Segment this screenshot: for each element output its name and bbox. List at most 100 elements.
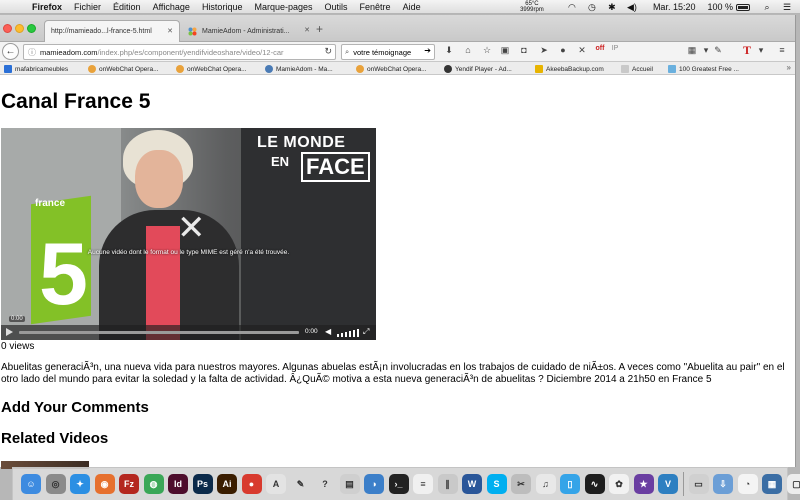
zoom-window-button[interactable] <box>27 24 36 33</box>
fullscreen-icon[interactable]: ⤢ <box>363 327 369 337</box>
bookmark-star-icon[interactable]: ☆ <box>481 45 493 59</box>
related-videos-heading: Related Videos <box>1 430 109 447</box>
url-bar[interactable]: ⓘ mamieadom.com/index.php/es/component/y… <box>23 44 336 60</box>
dock-app-red-icon[interactable]: ● <box>241 474 262 494</box>
tab-close-icon[interactable]: ✕ <box>167 27 173 35</box>
dock-mobile-icon[interactable]: ▯ <box>560 474 580 494</box>
close-sidebar-icon[interactable]: ✕ <box>576 45 588 59</box>
dock-books-icon[interactable]: ∥ <box>437 474 458 494</box>
extension-icon[interactable]: ▦ <box>686 45 698 59</box>
tab-close-icon[interactable]: ✕ <box>304 26 310 34</box>
video-player[interactable]: LE MONDE EN FACE france 5 ✕ Aucune vidéo… <box>1 128 376 340</box>
menu-bookmarks[interactable]: Marque-pages <box>254 2 312 12</box>
reload-icon[interactable]: ↻ <box>324 46 332 57</box>
bookmark-item[interactable]: Accueil <box>621 64 653 74</box>
dock-illustrator-icon[interactable]: Ai <box>217 474 237 494</box>
menu-tools[interactable]: Outils <box>325 2 348 12</box>
seek-bar[interactable] <box>19 331 299 334</box>
wifi-icon[interactable]: ◠ <box>565 2 579 13</box>
bookmark-item[interactable]: onWebChat Opera... <box>176 64 247 74</box>
dock-notes-icon[interactable]: ▦ <box>762 474 782 494</box>
tab-active[interactable]: http://mamieado...l-france-5.html ✕ <box>44 20 180 42</box>
menu-history[interactable]: Historique <box>202 2 243 12</box>
dock-acrobat-icon[interactable]: A <box>266 474 286 494</box>
dock-imovie-icon[interactable]: ★ <box>633 474 654 494</box>
app-menu[interactable]: Firefox <box>32 2 62 12</box>
search-bar[interactable]: ⌕ votre témoignage ➔ <box>341 44 435 60</box>
back-button[interactable]: ← <box>2 43 19 60</box>
chat-icon[interactable]: ● <box>557 45 569 59</box>
bookmark-item[interactable]: MamieAdom - Ma... <box>265 64 333 74</box>
bookmark-label: onWebChat Opera... <box>367 65 427 73</box>
dock-activity-icon[interactable]: ∿ <box>584 474 605 494</box>
menu-view[interactable]: Affichage <box>153 2 190 12</box>
dock-tools-icon[interactable]: ✂ <box>511 474 531 494</box>
home-icon[interactable]: ⌂ <box>462 45 474 59</box>
bookmark-item[interactable]: onWebChat Opera... <box>88 64 159 74</box>
typography-extension-icon[interactable]: T <box>741 43 753 57</box>
dock-itunes-icon[interactable]: ♫ <box>535 474 556 494</box>
system-monitor[interactable]: 65°C 3999rpm <box>517 1 547 13</box>
send-icon[interactable]: ➤ <box>538 45 550 59</box>
bookmark-item[interactable]: AkeebaBackup.com <box>535 64 604 74</box>
dock-textedit-icon[interactable]: ≡ <box>413 474 433 494</box>
bookmark-item[interactable]: Yendif Player - Ad... <box>444 64 512 74</box>
site-info-icon[interactable]: ⓘ <box>28 47 36 58</box>
dock-help-icon[interactable]: ? <box>315 474 335 494</box>
menu-file[interactable]: Fichier <box>74 2 101 12</box>
bookmark-item[interactable]: onWebChat Opera... <box>356 64 427 74</box>
dock-skype-icon[interactable]: S <box>486 474 507 494</box>
dock-word-icon[interactable]: W <box>462 474 482 494</box>
dock-safari-icon[interactable]: ✦ <box>70 474 90 494</box>
dock-downloads-icon[interactable]: ⇩ <box>713 474 733 494</box>
extension-menu-icon[interactable]: ▾ <box>700 45 712 59</box>
dock-app-blue-icon[interactable]: ◑ <box>364 474 384 494</box>
volume-icon[interactable]: ◀) <box>625 2 639 13</box>
dock-chrome-icon[interactable]: ◍ <box>143 474 164 494</box>
time-machine-icon[interactable]: ◷ <box>585 2 599 13</box>
dock-finder-icon[interactable]: ☺ <box>21 474 41 494</box>
tab-admin[interactable]: MamieAdom - Administrati... ✕ <box>182 20 316 42</box>
close-window-button[interactable] <box>3 24 12 33</box>
search-go-icon[interactable]: ➔ <box>424 46 431 55</box>
notification-center-icon[interactable]: ☰ <box>780 2 794 13</box>
dock-photos-icon[interactable]: ✿ <box>609 474 629 494</box>
dock-preview-icon[interactable]: ▤ <box>339 474 360 494</box>
minimize-window-button[interactable] <box>15 24 24 33</box>
dock-filezilla-icon[interactable]: Fz <box>119 474 139 494</box>
volume-slider[interactable] <box>337 328 359 337</box>
dock-app-gray-icon[interactable]: ▭ <box>688 474 709 494</box>
volume-icon[interactable]: ◀ <box>325 327 331 336</box>
developer-tools-icon[interactable]: ✎ <box>712 45 724 59</box>
menu-help[interactable]: Aide <box>403 2 421 12</box>
pocket-icon[interactable]: ◘ <box>518 45 530 59</box>
bookmarks-overflow-icon[interactable]: » <box>787 63 791 72</box>
menu-clock[interactable]: Mar. 15:20 <box>653 2 696 12</box>
bookmarks-list-icon[interactable]: ▣ <box>499 45 511 59</box>
menu-edit[interactable]: Édition <box>113 2 141 12</box>
dock-terminal-icon[interactable]: ›_ <box>388 474 409 494</box>
bluetooth-icon[interactable]: ✱ <box>605 2 619 13</box>
menu-window[interactable]: Fenêtre <box>360 2 391 12</box>
vpn-toggle[interactable]: off <box>593 45 607 59</box>
battery-status[interactable]: 100 % <box>707 2 750 12</box>
dock-document-icon[interactable]: ▢ <box>786 474 800 494</box>
seek-time-tooltip: 0:00 <box>9 316 25 322</box>
dock-vectorize-icon[interactable]: V <box>658 474 678 494</box>
new-tab-button[interactable]: + <box>316 22 323 36</box>
dock-messages-icon[interactable]: ◔ <box>737 474 758 494</box>
spotlight-icon[interactable]: ⌕ <box>760 2 774 13</box>
dock-indesign-icon[interactable]: Id <box>168 474 188 494</box>
dock-script-icon[interactable]: ✎ <box>290 474 311 494</box>
dock-firefox-icon[interactable]: ◉ <box>94 474 115 494</box>
play-icon[interactable] <box>6 328 13 336</box>
dock-launchpad-icon[interactable]: ◎ <box>45 474 66 494</box>
bookmark-item[interactable]: mafabricameubles <box>4 64 68 74</box>
download-icon[interactable]: ⬇ <box>443 45 455 59</box>
search-input[interactable]: votre témoignage <box>353 48 411 57</box>
extension-menu-icon[interactable]: ▾ <box>755 45 767 59</box>
dock-photoshop-icon[interactable]: Ps <box>192 474 213 494</box>
bookmark-item[interactable]: 100 Greatest Free ... <box>668 64 739 74</box>
ip-indicator[interactable]: IP <box>609 45 621 59</box>
hamburger-menu-icon[interactable]: ≡ <box>776 45 788 59</box>
